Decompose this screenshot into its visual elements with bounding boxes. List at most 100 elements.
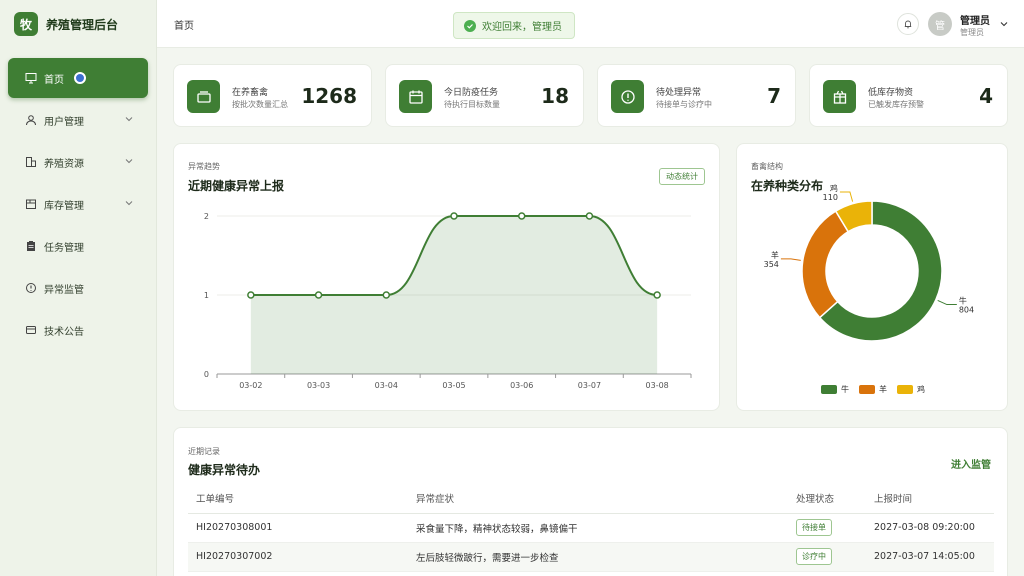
slice-value-label: 804: [959, 306, 974, 315]
package-icon: [823, 80, 856, 113]
sidebar-item-resources[interactable]: 养殖资源: [8, 142, 148, 182]
leader-line: [839, 191, 854, 202]
column-header: 异常症状: [408, 483, 788, 514]
stat-value: 4: [979, 84, 993, 108]
stat-value: 1268: [301, 84, 357, 108]
stat-card-anomaly: 待处理异常 待接单与诊疗中 7: [597, 64, 796, 127]
slice-name-label: 牛: [959, 296, 967, 306]
legend-label: 鸡: [917, 385, 925, 394]
stat-value: 18: [541, 84, 569, 108]
stat-card-livestock: 在养畜禽 按批次数量汇总 1268: [173, 64, 372, 127]
sidebar-item-label: 异常监管: [44, 284, 84, 296]
data-point: [517, 212, 526, 220]
sidebar-item-notices[interactable]: 技术公告: [8, 310, 148, 350]
leader-line: [780, 258, 801, 261]
check-circle-icon: [464, 19, 476, 32]
trend-line-chart: 0 1 2 03-02 03-03 03-04 03-05 03-06 03-07 03-08: [204, 212, 692, 390]
y-tick-label: 0: [204, 370, 209, 379]
donut-slice: [801, 210, 850, 319]
records-card: 近期记录 健康异常待办 进入监管 工单编号 异常症状 处理状态 上报时间 HI2…: [173, 427, 1008, 576]
chevron-down-icon: [125, 117, 133, 122]
user-name[interactable]: 管理员: [960, 12, 990, 27]
column-header: 上报时间: [866, 483, 994, 514]
tray-icon: [187, 80, 220, 113]
bell-icon: [904, 20, 912, 29]
sidebar-item-home[interactable]: 首页: [8, 58, 148, 98]
stat-card-low-stock: 低库存物资 已触发库存预警 4: [809, 64, 1008, 127]
card-icon: [24, 323, 38, 337]
y-tick-label: 2: [204, 212, 209, 221]
monitor-icon: [24, 71, 38, 85]
sidebar-item-label: 任务管理: [44, 242, 84, 254]
sidebar-item-label: 养殖资源: [44, 158, 84, 170]
box-icon: [24, 197, 38, 211]
brand: 牧 养殖管理后台: [0, 0, 156, 48]
slice-name-label: 鸡: [830, 183, 838, 193]
legend-label: 牛: [841, 385, 849, 394]
slice-name-label: 羊: [771, 250, 779, 260]
order-id: HI20270307002: [188, 542, 408, 572]
leader-line: [937, 299, 957, 306]
report-time: 2027-03-08 09:20:00: [866, 513, 994, 543]
symptom: 采食量下降，精神状态较弱，鼻镜偏干: [408, 513, 788, 543]
top-bar: 首页 欢迎回来，管理员 管 管理员 管理员: [157, 0, 1024, 48]
toast-text: 欢迎回来，管理员: [482, 22, 562, 33]
x-tick-label: 03-05: [442, 381, 465, 390]
stat-subtitle: 待执行目标数量: [444, 100, 500, 109]
calendar-icon: [399, 80, 432, 113]
alert-icon: [611, 80, 644, 113]
x-tick-label: 03-04: [375, 381, 398, 390]
sidebar-item-label: 技术公告: [44, 326, 84, 338]
slice-value-label: 110: [823, 193, 838, 202]
sidebar-item-users[interactable]: 用户管理: [8, 100, 148, 140]
x-tick-label: 03-03: [307, 381, 330, 390]
legend-item[interactable]: 鸡: [897, 384, 925, 395]
stat-title: 低库存物资: [868, 88, 914, 98]
chevron-down-icon: [125, 159, 133, 164]
sidebar-item-inventory[interactable]: 库存管理: [8, 184, 148, 224]
welcome-toast: 欢迎回来，管理员: [453, 12, 575, 39]
user-icon: [24, 113, 38, 127]
stat-subtitle: 按批次数量汇总: [232, 100, 288, 109]
stat-title: 在养畜禽: [232, 88, 269, 98]
active-indicator-dot: [74, 72, 86, 84]
sidebar-item-label: 用户管理: [44, 116, 84, 128]
slice-value-label: 354: [764, 260, 779, 269]
status-badge: 待接单: [796, 519, 832, 536]
table-row[interactable]: HI20270308001 采食量下降，精神状态较弱，鼻镜偏干 待接单 2027…: [188, 513, 994, 543]
legend-swatch: [821, 385, 837, 394]
legend-swatch: [859, 385, 875, 394]
stat-title: 今日防疫任务: [444, 88, 499, 98]
breadcrumb[interactable]: 首页: [174, 17, 194, 32]
stat-title: 待处理异常: [656, 88, 702, 98]
sidebar-item-label: 库存管理: [44, 200, 84, 212]
table-row[interactable]: HI20270307002 左后肢轻微跛行，需要进一步检查 诊疗中 2027-0…: [188, 542, 994, 572]
sidebar-nav: 首页 用户管理 养殖资源 库存管理 任务管理 异常监管 技术公告: [0, 58, 156, 350]
column-header: 工单编号: [188, 483, 408, 514]
sidebar: 牧 养殖管理后台 首页 用户管理 养殖资源 库存管理 任务管理 异常监管 技术公…: [0, 0, 157, 576]
x-tick-label: 03-02: [239, 381, 262, 390]
table-header-row: 工单编号 异常症状 处理状态 上报时间: [188, 483, 994, 514]
data-point: [382, 291, 391, 299]
go-monitor-link[interactable]: 进入监管: [951, 456, 991, 471]
order-id: HI20270308001: [188, 513, 408, 543]
building-icon: [24, 155, 38, 169]
notification-button[interactable]: [897, 13, 919, 35]
data-point: [450, 212, 458, 220]
avatar[interactable]: 管: [928, 12, 952, 36]
stat-value: 7: [767, 84, 781, 108]
structure-chart-card: 畜禽结构 在养种类分布 牛 804 羊 354 鸡 110 牛羊鸡: [736, 143, 1008, 411]
clipboard-icon: [24, 239, 38, 253]
legend-item[interactable]: 羊: [859, 384, 887, 395]
data-point: [247, 291, 255, 299]
brand-name: 养殖管理后台: [46, 17, 119, 32]
sidebar-item-tasks[interactable]: 任务管理: [8, 226, 148, 266]
column-header: 处理状态: [788, 483, 866, 514]
legend-item[interactable]: 牛: [821, 384, 849, 395]
trend-chart-card: 异常趋势 近期健康异常上报 动态统计 0 1 2 03-02 03-03 03-04 03-…: [173, 143, 720, 411]
species-donut-chart: 牛804 羊354 鸡110: [764, 183, 974, 342]
stat-subtitle: 已触发库存预警: [868, 100, 924, 109]
report-time: 2027-03-07 14:05:00: [866, 542, 994, 572]
sidebar-item-anomaly[interactable]: 异常监管: [8, 268, 148, 308]
chevron-down-icon[interactable]: [999, 19, 1009, 29]
